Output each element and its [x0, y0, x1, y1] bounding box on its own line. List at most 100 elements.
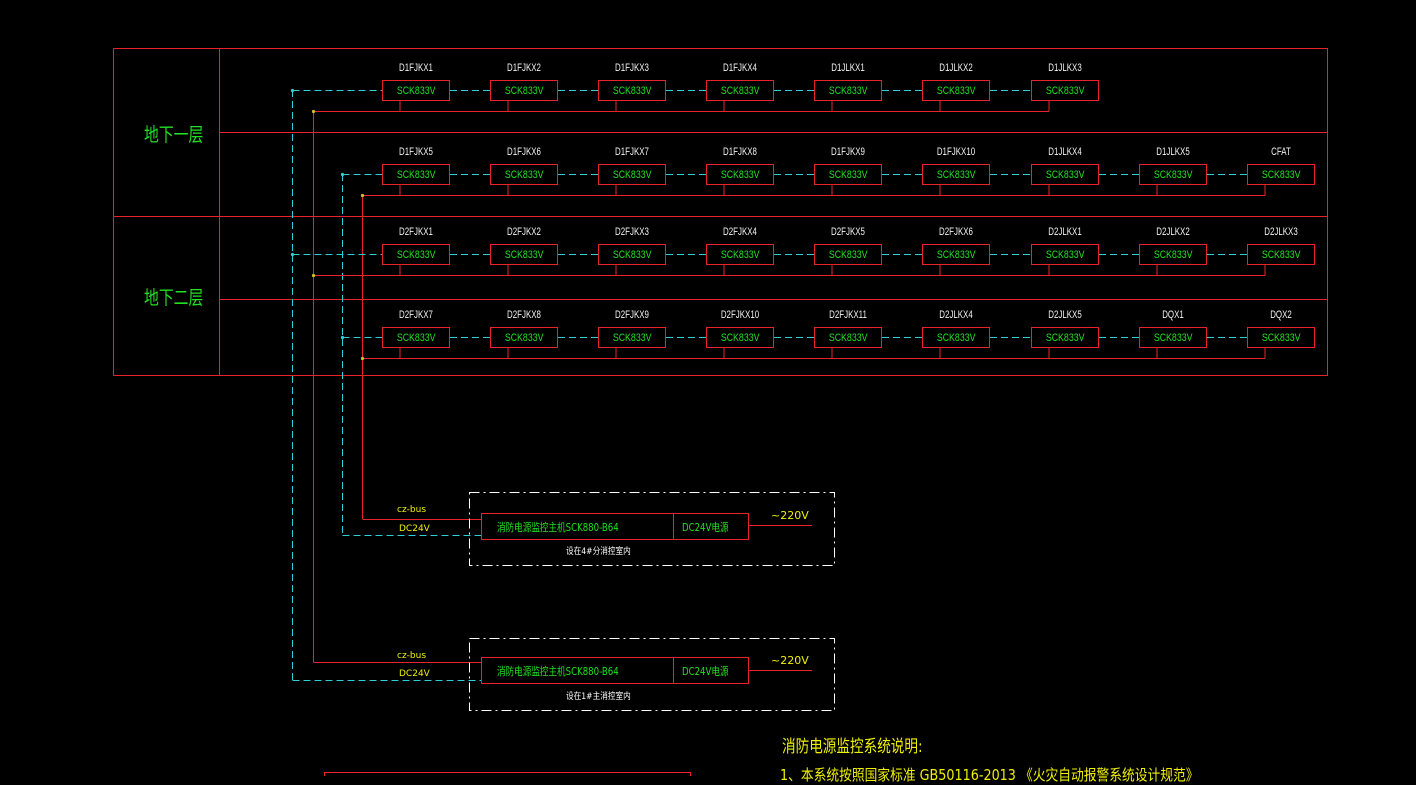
ac-label: ~220V — [771, 654, 809, 667]
controller-box: 消防电源监控主机SCK880-B64 DC24V电源 — [481, 657, 749, 684]
module-id-label: D2FJKX3 — [615, 226, 649, 238]
module-id-label: D2FJKX1 — [399, 226, 433, 238]
monitor-module: SCK833V — [1139, 164, 1207, 185]
dc24v-label: DC24V — [399, 669, 430, 679]
ac-lines — [749, 525, 812, 671]
module-model-label: SCK833V — [504, 248, 544, 261]
module-id-label: D1FJKX8 — [723, 146, 757, 158]
monitor-module: SCK833V — [814, 164, 882, 185]
module-model-label: SCK833V — [1261, 248, 1301, 261]
monitor-module: SCK833V — [382, 80, 450, 101]
monitor-module: SCK833V — [1031, 327, 1099, 348]
module-model-label: SCK833V — [396, 248, 436, 261]
junction-dot — [360, 193, 365, 198]
monitor-module: SCK833V — [706, 80, 774, 101]
module-id-label: D1FJKX9 — [831, 146, 865, 158]
monitor-module: SCK833V — [490, 164, 558, 185]
module-id-label: D2FJKX8 — [507, 309, 541, 321]
controller-box: 消防电源监控主机SCK880-B64 DC24V电源 — [481, 513, 749, 540]
module-model-label: SCK833V — [396, 168, 436, 181]
module-model-label: SCK833V — [396, 84, 436, 97]
monitor-module: SCK833V — [814, 80, 882, 101]
module-model-label: SCK833V — [612, 248, 652, 261]
module-model-label: SCK833V — [828, 168, 868, 181]
module-model-label: SCK833V — [720, 168, 760, 181]
module-model-label: SCK833V — [936, 84, 976, 97]
monitor-module: SCK833V — [598, 80, 666, 101]
module-model-label: SCK833V — [1045, 84, 1085, 97]
ac-label: ~220V — [771, 509, 809, 522]
module-model-label: SCK833V — [720, 248, 760, 261]
monitor-module: SCK833V — [706, 327, 774, 348]
monitor-module: SCK833V — [922, 164, 990, 185]
module-id-label: D2FJKX11 — [829, 309, 867, 321]
dc24v-label: DC24V — [399, 524, 430, 534]
module-model-label: SCK833V — [504, 168, 544, 181]
cz-bus-label: cz-bus — [397, 505, 427, 515]
module-id-label: D1FJKX6 — [507, 146, 541, 158]
module-id-label: D1JLKX2 — [939, 62, 973, 74]
monitor-module: SCK833V — [922, 244, 990, 265]
module-model-label: SCK833V — [828, 84, 868, 97]
module-id-label: D2FJKX10 — [720, 309, 760, 321]
monitor-module: SCK833V — [1247, 327, 1315, 348]
monitor-module: SCK833V — [382, 244, 450, 265]
monitor-module: SCK833V — [490, 327, 558, 348]
junction-dot — [360, 356, 365, 361]
module-model-label: SCK833V — [1261, 331, 1301, 344]
module-id-label: D1JLKX3 — [1048, 62, 1082, 74]
module-id-label: CFAT — [1271, 146, 1291, 158]
monitor-module: SCK833V — [598, 164, 666, 185]
module-model-label: SCK833V — [936, 331, 976, 344]
module-id-label: D2JLKX3 — [1264, 226, 1298, 238]
module-id-label: D2FJKX9 — [615, 309, 649, 321]
module-id-label: D2FJKX5 — [831, 226, 865, 238]
monitor-module: SCK833V — [382, 327, 450, 348]
monitor-module: SCK833V — [1031, 164, 1099, 185]
monitor-module: SCK833V — [1139, 327, 1207, 348]
cell-divider — [673, 514, 674, 539]
monitor-module: SCK833V — [922, 80, 990, 101]
location-label: 设在1#主消控室内 — [566, 692, 631, 702]
module-model-label: SCK833V — [1045, 168, 1085, 181]
host-cell: 消防电源监控主机SCK880-B64 — [497, 658, 672, 683]
monitor-module: SCK833V — [814, 327, 882, 348]
module-id-label: D1JLKX4 — [1048, 146, 1082, 158]
monitor-module: SCK833V — [706, 244, 774, 265]
monitor-module: SCK833V — [1031, 244, 1099, 265]
module-id-label: D1FJKX10 — [936, 146, 976, 158]
module-id-label: DQX2 — [1270, 309, 1292, 321]
module-id-label: D2FJKX2 — [507, 226, 541, 238]
module-id-label: D1JLKX1 — [831, 62, 865, 74]
module-model-label: SCK833V — [612, 84, 652, 97]
notes-line-1: 1、本系统按照国家标准 GB50116-2013 《火灾自动报警系统设计规范》 — [780, 766, 1199, 784]
module-model-label: SCK833V — [612, 331, 652, 344]
module-id-label: D2JLKX2 — [1156, 226, 1190, 238]
junction-dot — [340, 335, 345, 340]
module-id-label: D2FJKX7 — [399, 309, 433, 321]
module-id-label: D1FJKX3 — [615, 62, 649, 74]
module-model-label: SCK833V — [828, 248, 868, 261]
monitor-module: SCK833V — [490, 244, 558, 265]
monitor-module: SCK833V — [1139, 244, 1207, 265]
monitor-module: SCK833V — [922, 327, 990, 348]
module-id-label: D1FJKX5 — [399, 146, 433, 158]
notes-title: 消防电源监控系统说明: — [782, 737, 923, 757]
junction-dot — [290, 88, 295, 93]
junction-dot — [290, 252, 295, 257]
junction-dot — [340, 172, 345, 177]
module-model-label: SCK833V — [1045, 331, 1085, 344]
module-model-label: SCK833V — [1261, 168, 1301, 181]
module-id-label: DQX1 — [1162, 309, 1184, 321]
module-model-label: SCK833V — [1045, 248, 1085, 261]
module-id-label: D1FJKX7 — [615, 146, 649, 158]
cz-bus-label: cz-bus — [397, 651, 427, 661]
location-label: 设在4#分消控室内 — [566, 547, 631, 557]
monitor-module: SCK833V — [1031, 80, 1099, 101]
module-model-label: SCK833V — [720, 84, 760, 97]
module-model-label: SCK833V — [936, 168, 976, 181]
psu-label: DC24V电源 — [682, 664, 729, 678]
module-id-label: D2JLKX4 — [939, 309, 973, 321]
host-label: 消防电源监控主机SCK880-B64 — [497, 664, 619, 678]
psu-cell: DC24V电源 — [682, 514, 742, 539]
